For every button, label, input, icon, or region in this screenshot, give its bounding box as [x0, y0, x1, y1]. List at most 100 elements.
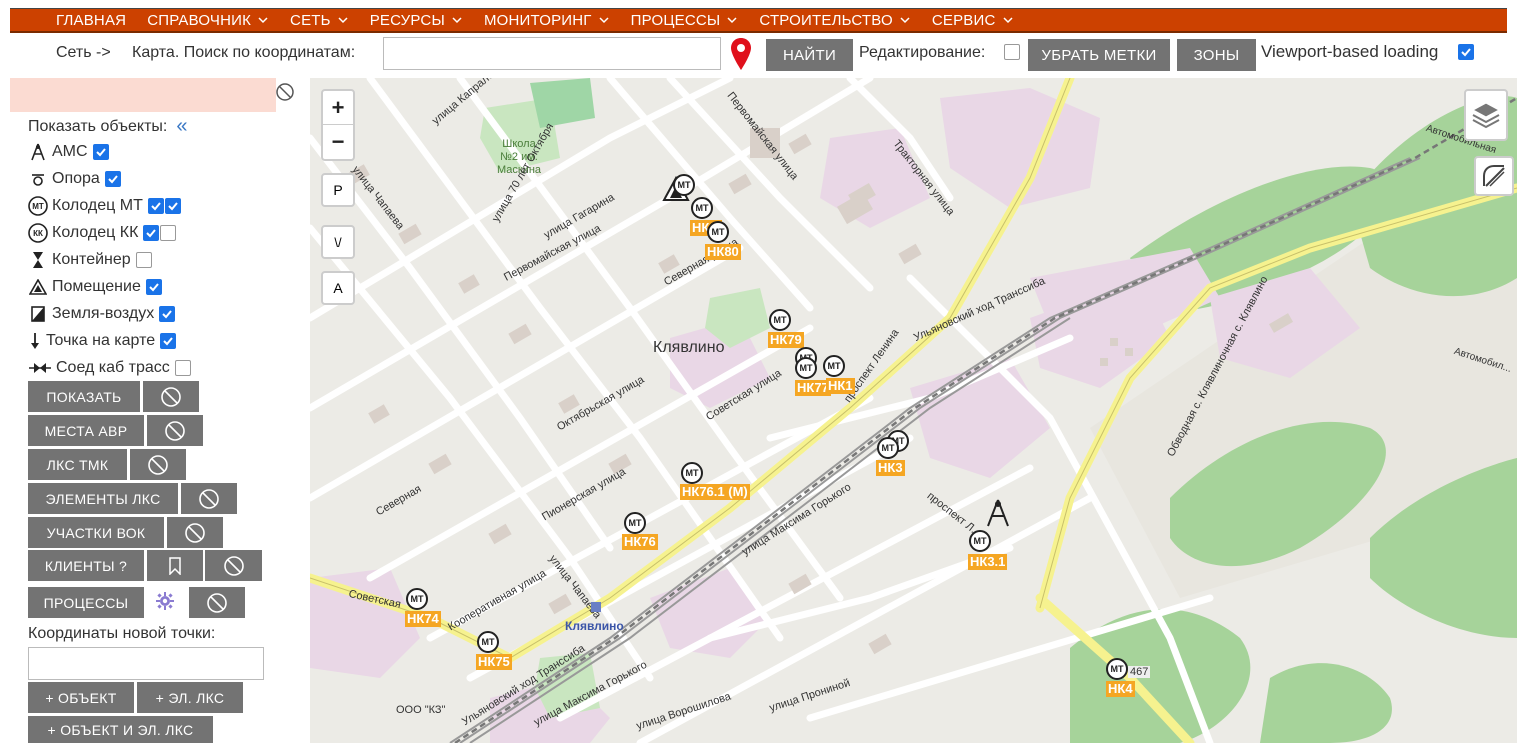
- lks-tmk-cancel-button[interactable]: [130, 449, 186, 480]
- svg-text:МТ: МТ: [696, 203, 709, 213]
- chevron-down-icon: [599, 17, 609, 24]
- svg-text:МТ: МТ: [32, 202, 44, 211]
- map-view[interactable]: Клявлино Клявлино Школа №2 им. Маскина О…: [310, 78, 1517, 743]
- nav-item-processes[interactable]: ПРОЦЕССЫ: [631, 12, 739, 29]
- object-checkbox[interactable]: [160, 333, 177, 349]
- clients-button[interactable]: КЛИЕНТЫ ?: [28, 550, 144, 581]
- well-label[interactable]: НК80: [705, 244, 741, 260]
- cancel-icon: [148, 454, 168, 475]
- map-button-p[interactable]: P: [321, 173, 355, 207]
- clients-cancel-button[interactable]: [205, 550, 262, 581]
- nav-label: МОНИТОРИНГ: [483, 11, 592, 29]
- object-row-well-mt: МТ Колодец МТ: [28, 196, 181, 216]
- avr-places-button[interactable]: МЕСТА АВР: [28, 415, 144, 446]
- cancel-icon: [161, 386, 181, 407]
- lks-elements-button[interactable]: ЭЛЕМЕНТЫ ЛКС: [28, 483, 178, 514]
- lks-elements-cancel-button[interactable]: [181, 483, 237, 514]
- svg-text:МТ: МТ: [712, 227, 725, 237]
- well-label[interactable]: НК3.1: [968, 554, 1008, 570]
- well-label[interactable]: НК1: [826, 378, 855, 394]
- lks-tmk-button[interactable]: ЛКС ТМК: [28, 449, 127, 480]
- well-label[interactable]: НК76.1 (М): [680, 484, 750, 500]
- svg-text:МТ: МТ: [800, 363, 813, 373]
- nav-item-home[interactable]: ГЛАВНАЯ: [56, 12, 126, 29]
- nav-item-directory[interactable]: СПРАВОЧНИК: [147, 12, 269, 29]
- bookmark-icon: [169, 556, 181, 575]
- object-checkbox[interactable]: [145, 279, 162, 295]
- show-cancel-button[interactable]: [143, 381, 199, 412]
- viewport-loading-checkbox[interactable]: [1458, 44, 1474, 60]
- nav-label: СПРАВОЧНИК: [147, 11, 252, 29]
- nav-item-network[interactable]: СЕТЬ: [290, 12, 349, 29]
- object-row-cable-joint: Соед каб трасс: [28, 358, 191, 378]
- show-objects-row: Показать объекты: «: [28, 115, 187, 138]
- avr-cancel-button[interactable]: [147, 415, 203, 446]
- processes-cancel-button[interactable]: [189, 587, 245, 618]
- object-checkbox[interactable]: [92, 144, 109, 160]
- nav-label: СТРОИТЕЛЬСТВО: [759, 11, 893, 29]
- well-label[interactable]: НК76: [622, 534, 658, 550]
- measure-button[interactable]: [1474, 156, 1514, 196]
- object-label: Контейнер: [52, 251, 131, 268]
- clear-filter-icon[interactable]: [275, 82, 295, 102]
- add-object-and-lks-button[interactable]: + ОБЪЕКТ И ЭЛ. ЛКС: [28, 716, 213, 743]
- room-icon: [28, 277, 48, 297]
- map-pin-icon[interactable]: [729, 37, 753, 71]
- clients-bookmark-button[interactable]: [147, 550, 203, 581]
- vok-cancel-button[interactable]: [167, 517, 223, 548]
- new-point-coords-input[interactable]: [28, 647, 264, 680]
- zoom-out-button[interactable]: −: [323, 125, 353, 159]
- well-label[interactable]: НК4: [1106, 681, 1135, 697]
- object-row-room: Помещение: [28, 277, 162, 297]
- vok-sections-button[interactable]: УЧАСТКИ ВОК: [28, 517, 164, 548]
- gear-icon[interactable]: [155, 591, 175, 611]
- object-row-ground-air: Земля-воздух: [28, 304, 176, 324]
- map-button-a[interactable]: A: [321, 271, 355, 305]
- coordinates-search-input[interactable]: [383, 37, 721, 70]
- map-point-icon: [28, 331, 42, 351]
- object-label: Колодец МТ: [52, 197, 143, 214]
- tower-icon[interactable]: [985, 498, 1011, 528]
- object-checkbox[interactable]: [135, 252, 152, 268]
- zoom-in-button[interactable]: +: [323, 91, 353, 125]
- well-label[interactable]: НК75: [476, 654, 512, 670]
- filter-input[interactable]: [10, 78, 276, 112]
- object-label: Земля-воздух: [52, 305, 155, 322]
- object-checkbox-secondary[interactable]: [160, 225, 177, 241]
- object-label: АМС: [52, 143, 88, 160]
- nav-item-construction[interactable]: СТРОИТЕЛЬСТВО: [759, 12, 910, 29]
- edit-label: Редактирование:: [859, 44, 986, 61]
- map-button-v[interactable]: \/: [321, 225, 355, 259]
- add-lks-element-button[interactable]: + ЭЛ. ЛКС: [137, 682, 243, 713]
- toolbar: Сеть -> Карта. Поиск по координатам: НАЙ…: [0, 37, 1517, 75]
- show-button[interactable]: ПОКАЗАТЬ: [28, 381, 140, 412]
- find-button[interactable]: НАЙТИ: [766, 39, 853, 71]
- well-label[interactable]: НК3: [876, 460, 905, 476]
- collapse-icon[interactable]: «: [176, 115, 187, 138]
- remove-marks-button[interactable]: УБРАТЬ МЕТКИ: [1028, 39, 1170, 71]
- object-row-well-kk: КК Колодец КК: [28, 223, 177, 243]
- zones-button[interactable]: ЗОНЫ: [1177, 39, 1256, 71]
- object-checkbox[interactable]: [174, 360, 191, 376]
- object-checkbox[interactable]: [159, 306, 176, 322]
- svg-text:МТ: МТ: [974, 536, 987, 546]
- nav-item-monitoring[interactable]: МОНИТОРИНГ: [484, 12, 610, 29]
- object-checkbox[interactable]: [104, 171, 121, 187]
- object-checkbox-secondary[interactable]: [164, 198, 181, 214]
- nav-item-service[interactable]: СЕРВИС: [932, 12, 1014, 29]
- station-icon: [591, 602, 601, 612]
- object-checkbox[interactable]: [147, 198, 164, 214]
- tower-icon: [28, 142, 48, 162]
- well-label[interactable]: НК74: [405, 611, 441, 627]
- object-label: Точка на карте: [46, 332, 156, 349]
- breadcrumb[interactable]: Сеть ->: [56, 44, 111, 62]
- nav-item-resources[interactable]: РЕСУРСЫ: [370, 12, 463, 29]
- object-label: Соед каб трасс: [56, 359, 170, 376]
- viewport-loading-label: Viewport-based loading: [1261, 42, 1439, 61]
- edit-checkbox[interactable]: [1004, 44, 1020, 60]
- processes-button[interactable]: ПРОЦЕССЫ: [28, 587, 144, 618]
- object-checkbox[interactable]: [143, 225, 160, 241]
- layers-button[interactable]: [1464, 89, 1508, 141]
- add-object-button[interactable]: + ОБЪЕКТ: [28, 682, 134, 713]
- object-row-ams: АМС: [28, 142, 109, 162]
